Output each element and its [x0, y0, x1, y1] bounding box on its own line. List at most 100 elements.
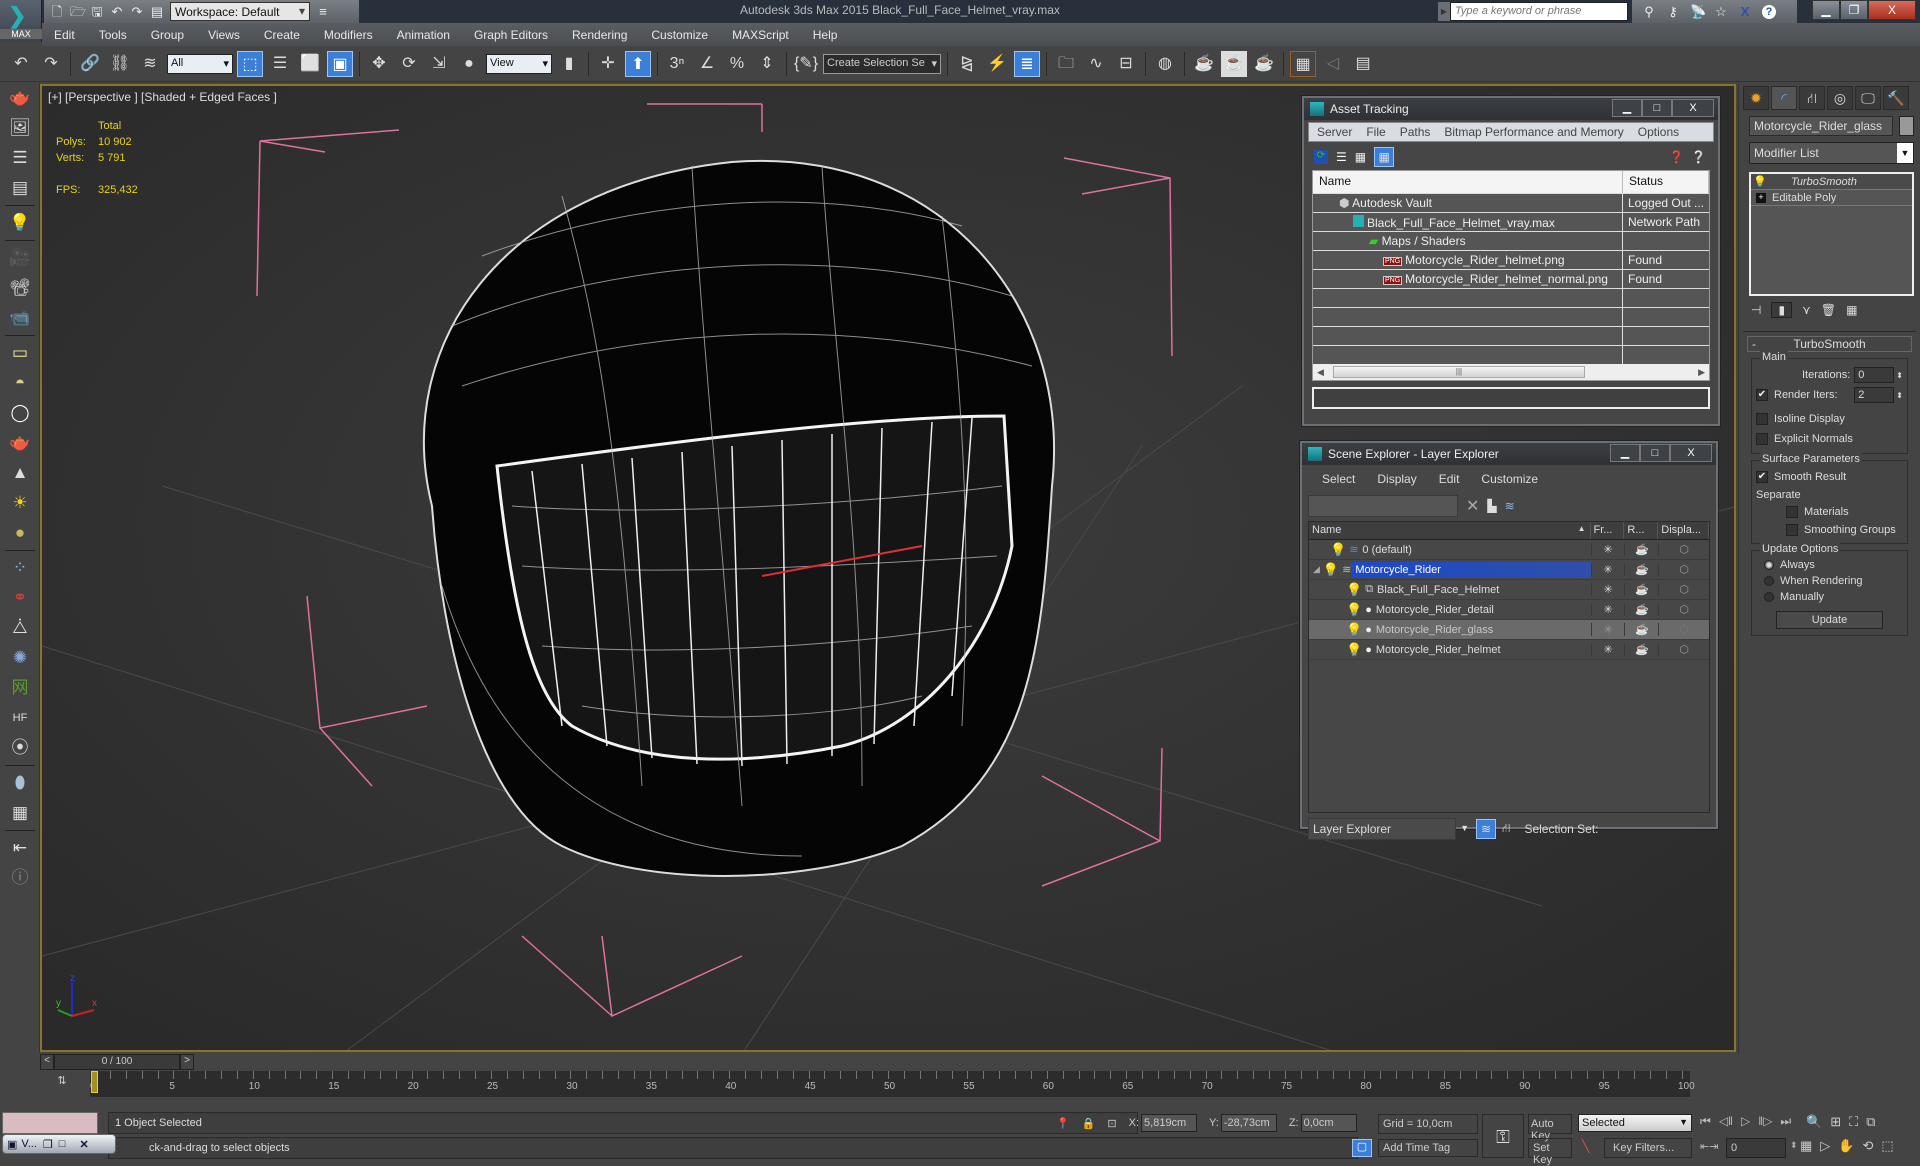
- clear-search-icon[interactable]: ✕: [1466, 496, 1479, 516]
- render-iters-checkbox[interactable]: ✔: [1756, 389, 1768, 401]
- stack-item-editable-poly[interactable]: + Editable Poly: [1751, 190, 1912, 206]
- menu-modifiers[interactable]: Modifiers: [312, 28, 385, 42]
- freeze-icon[interactable]: ✳: [1590, 623, 1625, 636]
- edit-named-selection-icon[interactable]: {✎}: [793, 51, 819, 77]
- help-icon[interactable]: ?: [1762, 4, 1776, 19]
- smoothing-groups-checkbox[interactable]: [1786, 524, 1798, 536]
- zoom-extents-all-icon[interactable]: ⧉: [1866, 1114, 1875, 1130]
- percent-snap-icon[interactable]: %: [724, 51, 750, 77]
- maximize-viewport-icon[interactable]: ⬚: [1881, 1138, 1893, 1154]
- display-box-icon[interactable]: ⬡: [1658, 643, 1709, 656]
- time-slider-thumb[interactable]: 0 / 100: [54, 1054, 180, 1070]
- satellite-icon[interactable]: 📡: [1690, 4, 1706, 19]
- when-rendering-radio[interactable]: [1764, 576, 1774, 586]
- minimize-button[interactable]: ▁: [1610, 444, 1640, 462]
- close-icon[interactable]: ✕: [79, 1138, 88, 1151]
- adaptive-degradation-icon[interactable]: ▢: [1352, 1139, 1372, 1157]
- infocenter-search-input[interactable]: Type a keyword or phrase: [1450, 2, 1628, 21]
- grass-icon[interactable]: ⽹: [0, 673, 40, 703]
- menu-tools[interactable]: Tools: [87, 28, 139, 42]
- time-configuration-icon[interactable]: ▦: [1800, 1138, 1812, 1154]
- mirror-icon[interactable]: ⧎: [954, 51, 980, 77]
- display-tab-icon[interactable]: 🖵: [1855, 86, 1881, 110]
- column-frozen[interactable]: Fr...: [1591, 522, 1625, 539]
- angle-snap-icon[interactable]: ∠: [694, 51, 720, 77]
- search-expand-icon[interactable]: ▶: [1438, 2, 1450, 21]
- close-button[interactable]: X: [1868, 0, 1916, 20]
- set-key-button[interactable]: Set Key: [1528, 1138, 1572, 1166]
- keyboard-shortcut-override-icon[interactable]: ⬆: [625, 50, 651, 77]
- lightbulb-icon[interactable]: 💡: [1330, 542, 1346, 558]
- save-icon[interactable]: 🖫: [90, 4, 104, 19]
- project-folder-icon[interactable]: ▤: [150, 4, 164, 19]
- frame-spinner-icon[interactable]: ⬍: [1790, 1140, 1798, 1151]
- z-coordinate-field[interactable]: 0,0cm: [1300, 1114, 1357, 1132]
- key-filters-button[interactable]: Key Filters...: [1604, 1138, 1692, 1158]
- teapot-icon[interactable]: 🫖: [0, 83, 40, 113]
- menu-paths[interactable]: Paths: [1400, 125, 1431, 139]
- scrollbar-thumb[interactable]: |||: [1333, 366, 1585, 378]
- physical-camera-icon[interactable]: 📹: [0, 303, 40, 333]
- menu-maxscript[interactable]: MAXScript: [720, 28, 801, 42]
- maximize-icon[interactable]: □: [59, 1138, 66, 1150]
- next-frame-icon[interactable]: ‖▷: [1758, 1114, 1772, 1129]
- reference-coordinate-dropdown[interactable]: View: [486, 53, 552, 74]
- list-view-icon[interactable]: ☰: [1336, 150, 1347, 164]
- light-lister-icon[interactable]: 💡: [0, 208, 40, 238]
- pivot-center-icon[interactable]: ▮: [556, 51, 582, 77]
- grid-view-icon[interactable]: ▦: [1374, 147, 1395, 167]
- explorer-mode-dropdown[interactable]: Layer Explorer ▼: [1308, 818, 1469, 840]
- orbit-icon[interactable]: ⟲: [1862, 1138, 1873, 1154]
- menu-edit[interactable]: Edit: [1439, 472, 1460, 486]
- manipulate-icon[interactable]: ✛: [595, 51, 621, 77]
- lightbulb-icon[interactable]: 💡: [1346, 582, 1362, 598]
- freeze-icon[interactable]: ✳: [1590, 603, 1625, 616]
- asset-tracking-titlebar[interactable]: Asset Tracking ▁ □ X: [1304, 98, 1718, 120]
- turbosmooth-rollout-header[interactable]: - TurboSmooth: [1747, 336, 1912, 352]
- utilities-tab-icon[interactable]: 🔨: [1883, 86, 1909, 110]
- object-row[interactable]: 💡 ● Motorcycle_Rider_detail ✳ ☕ ⬡: [1309, 600, 1709, 620]
- layer-row[interactable]: ◢ 💡 ≋ Motorcycle_Rider ✳ ☕ ⬡: [1309, 560, 1709, 580]
- track-bar[interactable]: 0510152025303540455055606570758085909510…: [90, 1071, 1695, 1097]
- render-teapot-icon[interactable]: ☕: [1624, 583, 1658, 596]
- lightbulb-icon[interactable]: 💡: [1346, 602, 1362, 618]
- column-status[interactable]: Status: [1623, 171, 1709, 193]
- minimize-button[interactable]: ▁: [1612, 99, 1642, 117]
- restore-button[interactable]: ❐: [1840, 0, 1868, 20]
- find-field[interactable]: [1308, 495, 1458, 517]
- render-teapot-icon[interactable]: ☕: [1624, 623, 1658, 636]
- display-box-icon[interactable]: ⬡: [1658, 543, 1709, 556]
- new-file-icon[interactable]: 🗋: [50, 4, 64, 19]
- configure-modifier-sets-icon[interactable]: ▦: [1846, 303, 1857, 317]
- display-box-icon[interactable]: ⬡: [1658, 623, 1709, 636]
- menu-server[interactable]: Server: [1317, 125, 1352, 139]
- fur-icon[interactable]: ✺: [0, 643, 40, 673]
- bind-to-space-warp-icon[interactable]: ≋: [137, 51, 163, 77]
- isoline-display-checkbox[interactable]: [1756, 413, 1768, 425]
- menu-graph-editors[interactable]: Graph Editors: [462, 28, 560, 42]
- show-end-result-icon[interactable]: ▮: [1771, 302, 1793, 318]
- open-file-icon[interactable]: 🗁: [70, 4, 86, 19]
- materials-checkbox[interactable]: [1786, 506, 1798, 518]
- refresh-icon[interactable]: ⟳: [1314, 150, 1328, 164]
- new-layer-icon[interactable]: ≋: [1505, 499, 1515, 513]
- asset-row[interactable]: ⬢ Autodesk Vault Logged Out ...: [1313, 193, 1709, 212]
- spinner-snap-icon[interactable]: ⇕: [754, 51, 780, 77]
- manually-radio[interactable]: [1764, 592, 1774, 602]
- object-row[interactable]: 💡 ⧉ Black_Full_Face_Helmet ✳ ☕ ⬡: [1309, 580, 1709, 600]
- expand-plus-icon[interactable]: +: [1756, 192, 1766, 203]
- menu-display[interactable]: Display: [1377, 472, 1416, 486]
- minimize-button[interactable]: ▁: [1812, 0, 1840, 20]
- previous-frame-icon[interactable]: ◁‖: [1719, 1114, 1733, 1129]
- render-teapot-icon[interactable]: ☕: [1624, 563, 1658, 576]
- expand-triangle-icon[interactable]: ◢: [1313, 564, 1320, 575]
- select-and-link-icon[interactable]: 🔗: [77, 51, 103, 77]
- exchange-icon[interactable]: X: [1738, 4, 1752, 19]
- viewport-label[interactable]: [+] [Perspective ] [Shaded + Edged Faces…: [48, 90, 277, 104]
- curve-editor-icon[interactable]: ∿: [1083, 51, 1109, 77]
- prev-frame-button[interactable]: <: [40, 1054, 54, 1070]
- vault-disconnect-icon[interactable]: ❔: [1691, 150, 1706, 164]
- go-to-start-icon[interactable]: ⏮: [1700, 1114, 1711, 1129]
- remove-modifier-icon[interactable]: 🗑: [1821, 303, 1836, 317]
- absolute-mode-icon[interactable]: ⊡: [1107, 1117, 1116, 1130]
